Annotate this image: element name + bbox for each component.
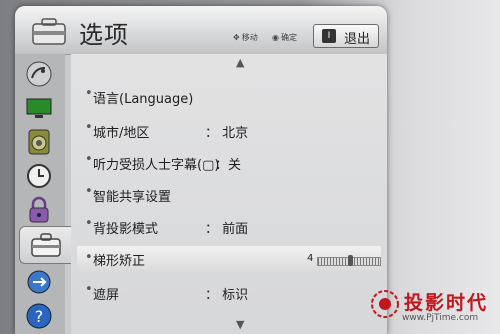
- bullet-icon: •: [85, 216, 93, 231]
- scroll-down-arrow-icon[interactable]: ▼: [236, 318, 244, 331]
- sidebar: ?: [15, 54, 72, 334]
- bullet-icon: •: [85, 152, 93, 167]
- sidebar-item-satellite[interactable]: [19, 58, 59, 90]
- sidebar-item-time[interactable]: [19, 160, 59, 192]
- watermark-swirl-icon: [371, 290, 399, 318]
- move-icon: ✥: [233, 33, 240, 42]
- lock-icon: [29, 196, 49, 223]
- header-bar: 选项 ✥ 移动 ◉ 确定 I 退出: [15, 6, 387, 55]
- usb-icon: [27, 270, 51, 294]
- menu-item-keystone[interactable]: • 梯形矫正 4: [77, 246, 381, 272]
- options-menu: ▲ • 语言(Language) • 城市/地区 ： 北京 • 听力受损人士字幕…: [71, 54, 387, 334]
- hint-move: ✥ 移动: [233, 33, 258, 42]
- clock-icon: [27, 164, 51, 188]
- bullet-icon: •: [85, 184, 93, 199]
- watermark-text: 投影时代: [404, 292, 489, 314]
- exit-key-icon: I: [322, 29, 336, 43]
- ok-icon: ◉: [272, 33, 279, 42]
- keystone-value: 4: [307, 253, 314, 264]
- bullet-icon: •: [85, 86, 93, 101]
- options-window: 选项 ✥ 移动 ◉ 确定 I 退出 ? ▲ • 语言(Language) • 城…: [15, 6, 387, 334]
- sidebar-item-usb[interactable]: [19, 266, 59, 298]
- scroll-up-arrow-icon[interactable]: ▲: [236, 56, 244, 69]
- toolbox-icon: [29, 16, 69, 46]
- svg-text:?: ?: [35, 307, 44, 326]
- watermark-url: www.PjTime.com: [402, 313, 479, 323]
- hint-confirm: ◉ 确定: [272, 33, 297, 42]
- sidebar-item-audio[interactable]: [19, 126, 59, 158]
- help-icon: ?: [26, 303, 52, 329]
- keystone-slider[interactable]: [317, 255, 381, 266]
- page-title: 选项: [79, 21, 129, 49]
- toolbox-icon: [31, 233, 61, 257]
- bullet-icon: •: [85, 282, 93, 297]
- sidebar-item-picture[interactable]: [19, 92, 59, 124]
- sidebar-item-help[interactable]: ?: [19, 300, 59, 332]
- monitor-icon: [26, 98, 52, 118]
- exit-button[interactable]: I 退出: [313, 24, 379, 48]
- slider-handle[interactable]: [348, 255, 353, 266]
- satellite-dish-icon: [26, 61, 52, 87]
- bullet-icon: •: [85, 120, 93, 135]
- sidebar-item-options[interactable]: [19, 226, 72, 264]
- exit-label: 退出: [344, 32, 371, 47]
- sidebar-item-lock[interactable]: [19, 194, 59, 226]
- watermark-logo: 投影时代 www.PjTime.com: [368, 285, 500, 334]
- bullet-icon: •: [85, 250, 93, 265]
- speaker-icon: [28, 129, 50, 155]
